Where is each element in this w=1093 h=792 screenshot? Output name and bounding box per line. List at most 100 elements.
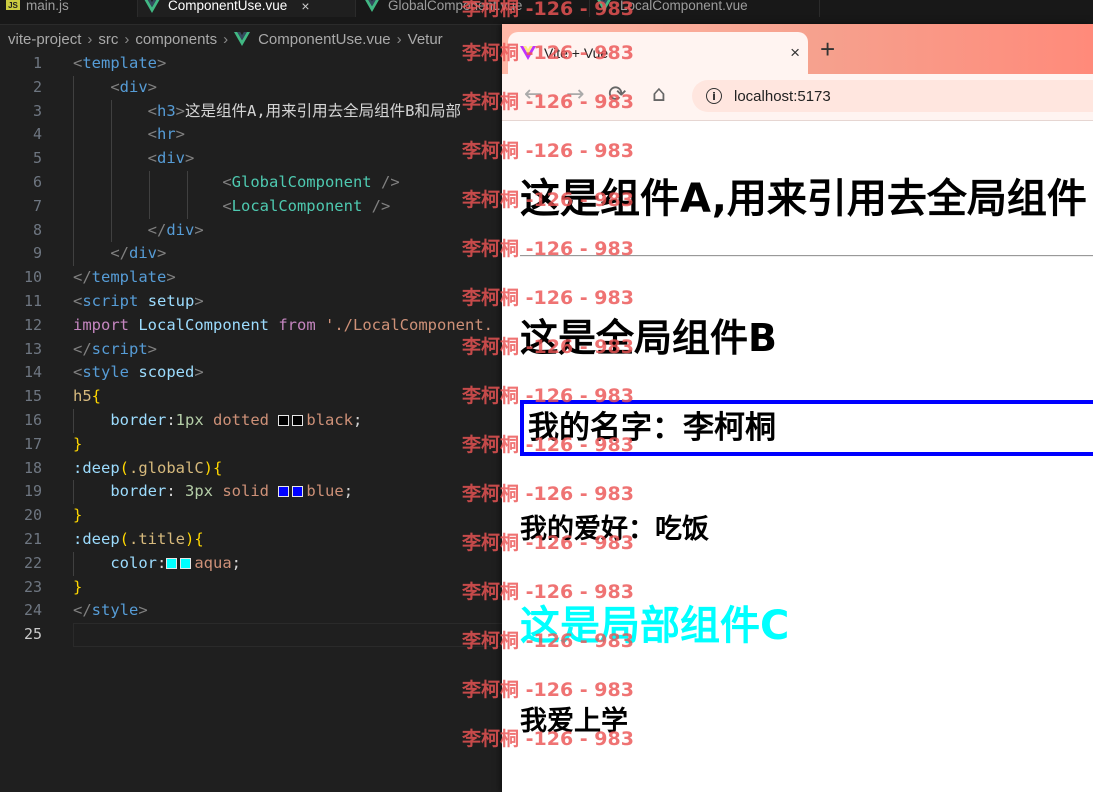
site-info-icon[interactable]: i	[706, 88, 722, 104]
line-number: 5	[32, 149, 42, 168]
breadcrumb-item[interactable]: vite-project	[8, 31, 81, 48]
editor-tab-bar: JS main.js ComponentUse.vue × GlobalComp…	[0, 0, 1093, 25]
code-line: <hr>	[73, 123, 503, 148]
line-number: 23	[23, 577, 42, 596]
line-number: 11	[23, 291, 42, 310]
close-icon[interactable]: ×	[301, 0, 309, 14]
component-a-heading: 这是组件A,用来引用去全局组件	[520, 176, 1087, 222]
global-component-hobby: 我的爱好：吃饭	[520, 514, 709, 545]
breadcrumb-item[interactable]: components	[135, 31, 217, 48]
js-file-icon: JS	[6, 0, 20, 10]
tab-localcomponent-vue[interactable]: LocalComponent.vue	[590, 0, 820, 17]
color-swatch	[292, 486, 304, 498]
tab-componentuse-vue[interactable]: ComponentUse.vue ×	[138, 0, 356, 17]
code-line-current[interactable]	[73, 623, 503, 647]
line-number: 12	[23, 315, 42, 334]
chevron-right-icon: ›	[124, 30, 130, 48]
color-swatch	[292, 414, 304, 426]
line-number: 24	[23, 601, 42, 620]
code-line: import LocalComponent from './LocalCompo…	[73, 315, 493, 334]
color-swatch	[166, 557, 178, 569]
line-number: 14	[23, 363, 42, 382]
code-line: }	[73, 434, 83, 453]
global-component-title: 这是全局组件B	[520, 316, 777, 360]
forward-arrow-icon[interactable]: →	[566, 82, 584, 107]
back-arrow-icon[interactable]: ←	[524, 82, 542, 107]
code-line: <div>	[73, 147, 503, 171]
browser-tab-title: Vite + Vue	[544, 45, 609, 61]
code-line: </script>	[73, 339, 158, 358]
line-number: 7	[32, 196, 42, 215]
chevron-right-icon: ›	[87, 30, 93, 48]
vite-favicon-icon	[520, 46, 536, 60]
color-swatch	[278, 414, 290, 426]
browser-tab[interactable]: Vite + Vue ×	[508, 32, 808, 74]
code-line: }	[73, 506, 83, 525]
breadcrumb-item[interactable]: src	[98, 31, 118, 48]
line-number: 8	[32, 220, 42, 239]
code-line: h5{	[73, 387, 102, 406]
address-bar[interactable]: i localhost:5173	[692, 80, 1093, 112]
chevron-right-icon: ›	[396, 30, 402, 48]
breadcrumb: vite-project › src › components › Compon…	[0, 26, 508, 52]
line-number: 13	[23, 339, 42, 358]
line-number: 10	[23, 268, 42, 287]
tab-globalcomponent-vue[interactable]: GlobalComponent.vue	[358, 0, 590, 17]
code-line: border:1px dotted black;	[73, 408, 503, 433]
chevron-right-icon: ›	[223, 30, 229, 48]
browser-toolbar: ← → ⟳ ⌂ i localhost:5173	[502, 74, 1093, 121]
line-number: 3	[32, 101, 42, 120]
line-number: 15	[23, 387, 42, 406]
vue-icon	[144, 0, 160, 13]
code-line: <script setup>	[73, 291, 204, 310]
code-line: </style>	[73, 601, 148, 620]
breadcrumb-item[interactable]: Vetur	[408, 31, 443, 48]
code-line: border: 3px solid blue;	[73, 480, 503, 505]
code-line: <template>	[73, 54, 167, 72]
browser-window: Vite + Vue × + ← → ⟳ ⌂ i localhost:5173 …	[502, 24, 1093, 792]
vue-icon	[365, 0, 379, 12]
color-swatch	[278, 486, 290, 498]
line-number: 21	[23, 529, 42, 548]
line-number: 4	[32, 125, 42, 144]
code-line: </div>	[73, 218, 503, 243]
vue-icon	[234, 32, 251, 46]
local-component-text: 我爱上学	[520, 706, 628, 737]
code-line: }	[73, 577, 83, 596]
line-number: 25	[23, 625, 42, 644]
line-number: 16	[23, 410, 42, 429]
new-tab-icon[interactable]: +	[820, 36, 835, 62]
line-number: 17	[23, 434, 42, 453]
line-number: 19	[23, 482, 42, 501]
horizontal-rule	[520, 255, 1093, 257]
home-icon[interactable]: ⌂	[652, 82, 666, 107]
line-number-gutter: 1 2 3 4 5 6 7 8 9 10 11 12 13 14 15 16 1…	[0, 52, 56, 647]
line-number: 22	[23, 553, 42, 572]
code-line: <LocalComponent />	[73, 194, 503, 219]
line-number: 20	[23, 506, 42, 525]
code-editor[interactable]: <template> <div> <h3>这是组件A,用来引用去全局组件B和局部…	[73, 52, 503, 647]
code-line: <h3>这是组件A,用来引用去全局组件B和局部	[73, 99, 503, 124]
reload-icon[interactable]: ⟳	[608, 82, 626, 107]
code-line: <GlobalComponent />	[73, 170, 503, 195]
line-number: 9	[32, 244, 42, 263]
tab-main-js[interactable]: JS main.js	[0, 0, 138, 17]
local-component-title: 这是局部组件C	[520, 603, 790, 649]
code-line: color: aqua;	[73, 551, 503, 576]
line-number: 6	[32, 172, 42, 191]
breadcrumb-item[interactable]: ComponentUse.vue	[234, 31, 391, 48]
line-number: 1	[32, 54, 42, 72]
close-tab-icon[interactable]: ×	[790, 43, 800, 63]
code-line: :deep(.globalC){	[73, 458, 223, 477]
code-line: </div>	[73, 242, 503, 267]
line-number: 2	[32, 77, 42, 96]
browser-tab-strip: Vite + Vue × +	[502, 24, 1093, 74]
line-number: 18	[23, 458, 42, 477]
code-line: </template>	[73, 268, 176, 287]
global-component-name-box: 我的名字：李柯桐	[520, 400, 1093, 456]
vue-icon	[597, 0, 611, 12]
color-swatch	[180, 557, 192, 569]
code-line: <div>	[73, 75, 503, 100]
code-line: :deep(.title){	[73, 529, 204, 548]
address-url: localhost:5173	[734, 87, 831, 105]
